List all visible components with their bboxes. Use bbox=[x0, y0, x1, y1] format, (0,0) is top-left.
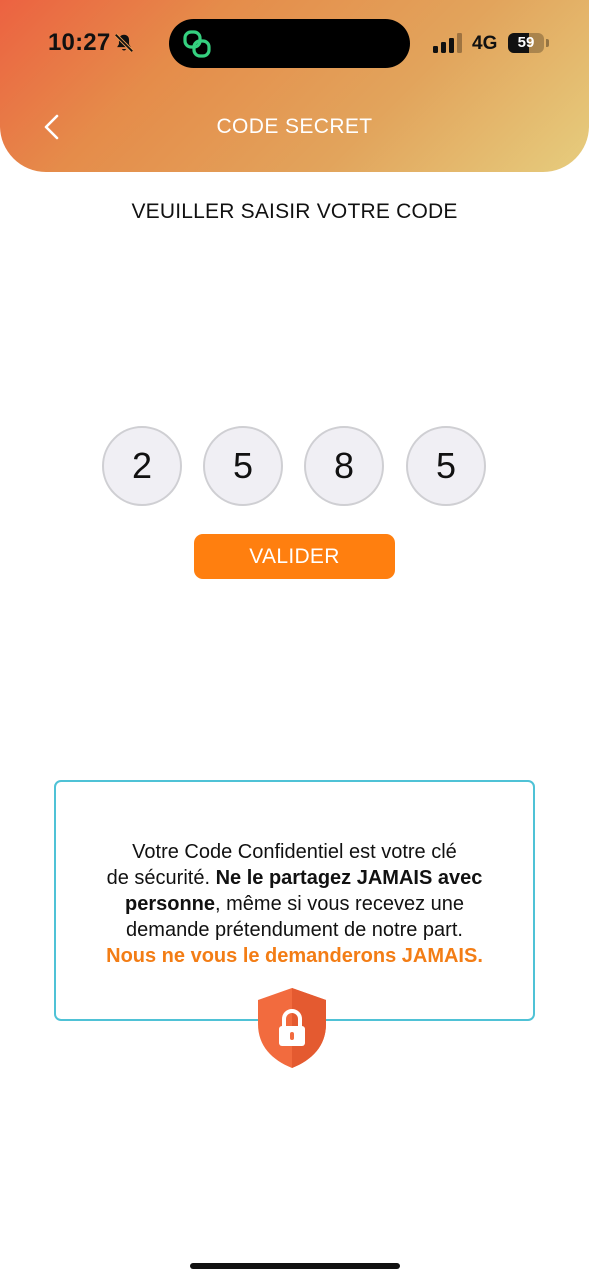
security-notice-text: Votre Code Confidentiel est votre clé de… bbox=[56, 839, 533, 969]
notice-emphasis-1: Ne le partagez JAMAIS avec bbox=[215, 867, 483, 889]
page-title: CODE SECRET bbox=[216, 115, 373, 138]
signal-bars-icon bbox=[433, 33, 462, 53]
battery-level: 59 bbox=[517, 34, 535, 51]
bell-slash-icon bbox=[114, 33, 134, 53]
battery-indicator: 59 bbox=[508, 33, 544, 53]
notice-line-4: demande prétendument de notre part. bbox=[126, 919, 463, 941]
pin-digit-3[interactable]: 8 bbox=[304, 426, 384, 506]
dynamic-island bbox=[169, 19, 410, 68]
validate-button[interactable]: VALIDER bbox=[194, 534, 395, 579]
status-time: 10:27 bbox=[48, 29, 111, 56]
notice-emphasis-2: personne bbox=[124, 893, 216, 915]
code-prompt: VEUILLER SAISIR VOTRE CODE bbox=[131, 200, 458, 223]
linked-rings-icon bbox=[183, 30, 211, 58]
home-indicator[interactable] bbox=[190, 1263, 400, 1269]
network-type: 4G bbox=[472, 33, 498, 54]
notice-line-1: Votre Code Confidentiel est votre clé bbox=[132, 841, 457, 863]
pin-digit-2[interactable]: 5 bbox=[203, 426, 283, 506]
notice-line-2: de sécurité. bbox=[106, 867, 211, 889]
pin-digit-4[interactable]: 5 bbox=[406, 426, 486, 506]
notice-warning: Nous ne vous le demanderons JAMAIS. bbox=[106, 945, 483, 967]
battery-tip bbox=[546, 39, 549, 47]
header-bar: 10:27 4G 59 CODE SECRET bbox=[0, 0, 589, 172]
notice-line-3: , même si vous recevez une bbox=[215, 893, 465, 915]
security-notice: Votre Code Confidentiel est votre clé de… bbox=[54, 780, 535, 1021]
pin-digit-1[interactable]: 2 bbox=[102, 426, 182, 506]
shield-lock-icon bbox=[258, 988, 326, 1068]
